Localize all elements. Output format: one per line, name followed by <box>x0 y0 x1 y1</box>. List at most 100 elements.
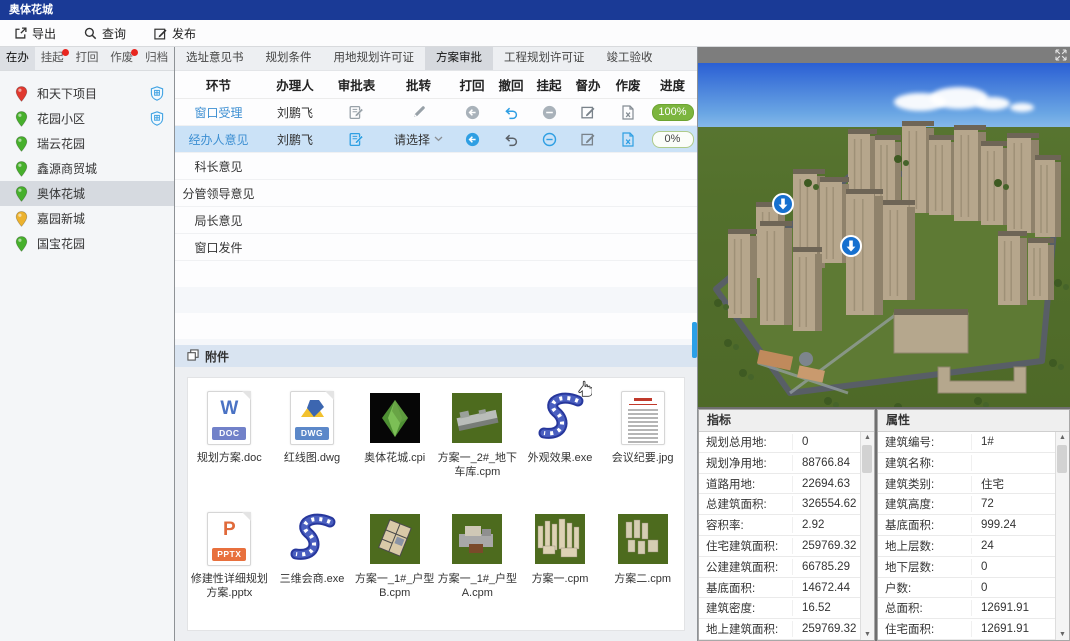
property-row: 地下层数:0 <box>878 557 1056 578</box>
scrollbar-thumb[interactable] <box>1057 445 1067 473</box>
attachment-file[interactable]: 奥体花城.cpi <box>353 388 436 509</box>
step-name: 窗口发件 <box>194 239 242 256</box>
void-icon[interactable] <box>621 105 635 120</box>
attachment-file[interactable]: 方案一_2#_地下车库.cpm <box>436 388 519 509</box>
void-icon[interactable] <box>621 132 635 147</box>
column-header: 进度 <box>648 75 697 94</box>
attachment-file[interactable]: 方案一_1#_户型B.cpm <box>353 509 436 630</box>
suspend-icon[interactable] <box>542 132 557 147</box>
attachment-file[interactable]: WDOC规划方案.doc <box>188 388 271 509</box>
indicator-label: 地上建筑面积: <box>699 621 793 637</box>
workflow-tab-规划条件[interactable]: 规划条件 <box>255 47 323 70</box>
publish-button[interactable]: 发布 <box>154 25 196 42</box>
workflow-row[interactable]: 局长意见 <box>175 207 697 234</box>
step-name[interactable]: 经办人意见 <box>188 131 248 148</box>
project-name: 国宝花园 <box>37 235 164 252</box>
transfer-select[interactable]: 请选择 <box>385 131 452 148</box>
supervise-icon[interactable] <box>581 105 595 119</box>
workflow-tab-工程规划许可证[interactable]: 工程规划许可证 <box>493 47 596 70</box>
workflow-row[interactable]: 分管领导意见 <box>175 180 697 207</box>
project-item[interactable]: 和天下项目 <box>0 81 174 106</box>
sidebar-tab-归档[interactable]: 归档 <box>139 47 174 70</box>
attachments-card: WDOC规划方案.docDWG红线图.dwg奥体花城.cpi方案一_2#_地下车… <box>187 377 685 631</box>
toolbar-button-label: 查询 <box>102 25 126 42</box>
attachment-file[interactable]: 三维会商.exe <box>271 509 354 630</box>
property-row: 户数:0 <box>878 578 1056 599</box>
suspend-icon[interactable] <box>542 105 557 120</box>
attachment-file[interactable]: DWG红线图.dwg <box>271 388 354 509</box>
property-scrollbar[interactable]: ▲▼ <box>1055 432 1069 640</box>
attachment-file[interactable]: 方案二.cpm <box>601 509 684 630</box>
buildings-scene <box>698 63 1070 407</box>
building-marker-2[interactable] <box>839 234 863 258</box>
return-icon[interactable] <box>465 105 480 120</box>
scroll-up-icon[interactable]: ▲ <box>1056 434 1069 441</box>
workflow-tab-用地规划许可证[interactable]: 用地规划许可证 <box>323 47 426 70</box>
project-item[interactable]: 花园小区 <box>0 106 174 131</box>
approval-form-icon[interactable] <box>349 105 364 120</box>
workflow-table-header: 环节办理人审批表批转打回撤回挂起督办作废进度 <box>175 71 697 99</box>
step-name[interactable]: 窗口受理 <box>194 104 242 121</box>
property-label: 地上层数: <box>878 538 972 554</box>
sidebar-tab-作废[interactable]: 作废 <box>104 47 139 70</box>
search-button[interactable]: 查询 <box>84 25 126 42</box>
property-label: 总面积: <box>878 600 972 616</box>
building-marker-1[interactable] <box>771 192 795 216</box>
column-header-label: 挂起 <box>536 75 561 94</box>
workflow-row[interactable]: 窗口受理刘鹏飞100% <box>175 99 697 126</box>
model-thumbnail <box>370 514 420 564</box>
workflow-row[interactable]: 科长意见 <box>175 153 697 180</box>
scroll-up-icon[interactable]: ▲ <box>861 434 874 441</box>
workflow-table-body: 窗口受理刘鹏飞100%经办人意见刘鹏飞请选择0%科长意见分管领导意见局长意见窗口… <box>175 99 697 261</box>
attachment-file-name: 方案二.cpm <box>614 572 671 586</box>
scrollbar-thumb[interactable] <box>862 445 872 473</box>
mouse-cursor-icon <box>577 380 592 400</box>
scroll-down-icon[interactable]: ▼ <box>1056 631 1069 638</box>
attachment-file[interactable]: PPPTX修建性详细规划方案.pptx <box>188 509 271 630</box>
export-button[interactable]: 导出 <box>14 25 56 42</box>
transfer-pen-icon[interactable] <box>412 105 426 119</box>
project-item[interactable]: 嘉园新城 <box>0 206 174 231</box>
indicator-value: 14672.44 <box>793 582 850 594</box>
shield-icon[interactable] <box>150 111 164 126</box>
indicator-label: 规划净用地: <box>699 455 793 471</box>
supervise-icon[interactable] <box>581 132 595 146</box>
workflow-row[interactable]: 窗口发件 <box>175 234 697 261</box>
project-item[interactable]: 奥体花城 <box>0 181 174 206</box>
project-item[interactable]: 鑫源商贸城 <box>0 156 174 181</box>
sidebar-tab-在办[interactable]: 在办 <box>0 47 35 70</box>
attachment-file[interactable]: 方案一_1#_户型A.cpm <box>436 509 519 630</box>
ppt-file-icon: PPPTX <box>207 512 251 566</box>
attachment-file[interactable]: 方案一.cpm <box>519 509 602 630</box>
property-value: 0 <box>972 582 987 594</box>
attachment-file[interactable]: 外观效果.exe <box>519 388 602 509</box>
workflow-row[interactable]: 经办人意见 刘鹏飞 请选择 0% <box>175 126 697 153</box>
handler-name: 刘鹏飞 <box>277 131 313 148</box>
column-header-label: 撤回 <box>498 75 523 94</box>
approval-form-icon[interactable] <box>349 132 364 147</box>
project-item[interactable]: 国宝花园 <box>0 231 174 256</box>
property-label: 户数: <box>878 580 972 596</box>
workflow-tab-方案审批[interactable]: 方案审批 <box>425 47 493 70</box>
property-value: 12691.91 <box>972 623 1029 635</box>
return-icon[interactable] <box>465 132 480 147</box>
workflow-tab-选址意见书[interactable]: 选址意见书 <box>175 47 255 70</box>
notification-badge <box>62 49 69 56</box>
shield-icon[interactable] <box>150 86 164 101</box>
progress-badge: 0% <box>652 131 694 148</box>
indicator-scrollbar[interactable]: ▲▼ <box>860 432 874 640</box>
scroll-down-icon[interactable]: ▼ <box>861 631 874 638</box>
main-scrollbar-thumb[interactable] <box>692 322 697 358</box>
workflow-tab-竣工验收[interactable]: 竣工验收 <box>596 47 664 70</box>
undo-icon[interactable] <box>504 132 519 147</box>
expand-icon[interactable] <box>1055 49 1067 61</box>
viewport-3d[interactable] <box>698 63 1070 407</box>
attachment-file[interactable]: 会议纪要.jpg <box>601 388 684 509</box>
viewer-panel: 指标规划总用地:0规划净用地:88766.84道路用地:22694.63总建筑面… <box>698 47 1070 641</box>
column-header-label: 进度 <box>660 75 685 94</box>
sidebar-tab-挂起[interactable]: 挂起 <box>35 47 70 70</box>
property-row: 建筑类别:住宅 <box>878 474 1056 495</box>
undo-icon[interactable] <box>504 105 519 120</box>
project-item[interactable]: 瑞云花园 <box>0 131 174 156</box>
sidebar-tab-打回[interactable]: 打回 <box>70 47 105 70</box>
